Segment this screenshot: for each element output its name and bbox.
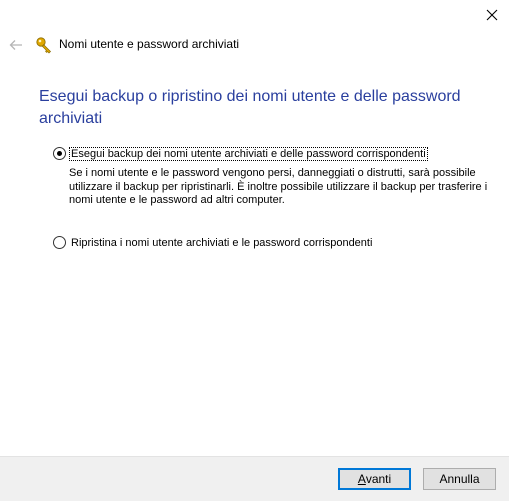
- restore-radio[interactable]: [53, 236, 66, 249]
- backup-radio[interactable]: [53, 147, 66, 160]
- close-button[interactable]: [475, 0, 509, 30]
- option-restore[interactable]: Ripristina i nomi utente archiviati e le…: [53, 236, 373, 249]
- back-button[interactable]: [6, 36, 26, 54]
- option-backup[interactable]: Esegui backup dei nomi utente archiviati…: [53, 146, 428, 161]
- back-arrow-icon: [9, 40, 22, 50]
- next-button[interactable]: Avanti: [338, 468, 411, 490]
- backup-description: Se i nomi utente e le password vengono p…: [69, 167, 488, 206]
- restore-option-label[interactable]: Ripristina i nomi utente archiviati e le…: [70, 237, 373, 249]
- page-heading: Esegui backup o ripristino dei nomi uten…: [39, 88, 461, 127]
- key-icon: [36, 37, 51, 54]
- backup-option-label[interactable]: Esegui backup dei nomi utente archiviati…: [69, 146, 428, 161]
- next-accelerator: A: [357, 472, 366, 486]
- next-label: vanti: [365, 472, 392, 486]
- window-title: Nomi utente e password archiviati: [59, 37, 240, 51]
- cancel-button[interactable]: Annulla: [423, 468, 496, 490]
- close-icon: [486, 9, 498, 21]
